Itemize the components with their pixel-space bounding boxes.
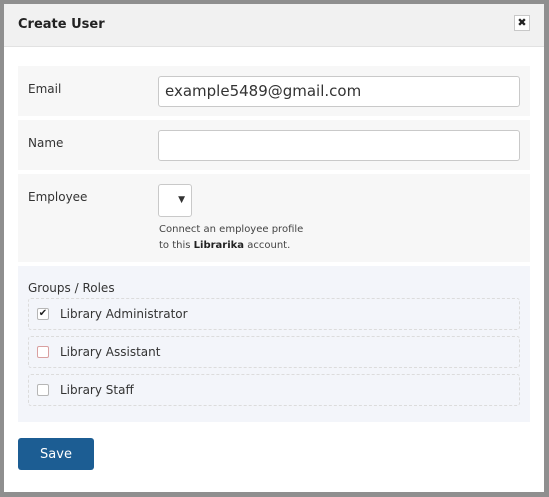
groups-roles-section: Groups / Roles ✔ Library Administrator L… xyxy=(18,266,530,422)
employee-help-line2: to this Librarika account. xyxy=(159,238,303,254)
checkbox-library-assistant[interactable] xyxy=(37,346,49,358)
email-row: Email example5489@gmail.com xyxy=(18,66,530,116)
employee-help-line1: Connect an employee profile xyxy=(159,224,304,235)
employee-help-brand: Librarika xyxy=(193,240,245,251)
name-row: Name xyxy=(18,120,530,170)
dialog-titlebar: Create User ✖ xyxy=(4,4,544,47)
employee-label: Employee xyxy=(28,190,88,204)
email-field[interactable]: example5489@gmail.com xyxy=(158,76,520,107)
dialog-title: Create User xyxy=(18,17,105,32)
name-label: Name xyxy=(28,136,64,150)
checkbox-library-administrator[interactable]: ✔ xyxy=(37,308,49,320)
employee-select[interactable]: ▼ xyxy=(158,184,192,217)
group-item-library-staff[interactable]: Library Staff xyxy=(28,374,520,406)
employee-row: Employee ▼ Connect an employee profile t… xyxy=(18,174,530,262)
checkbox-library-staff[interactable] xyxy=(37,384,49,396)
employee-help-prefix: to this xyxy=(159,240,194,251)
save-button[interactable]: Save xyxy=(18,438,94,470)
group-item-library-administrator[interactable]: ✔ Library Administrator xyxy=(28,298,520,330)
close-icon[interactable]: ✖ xyxy=(514,15,530,31)
employee-help-text: Connect an employee profile to this Libr… xyxy=(159,222,303,254)
name-field[interactable] xyxy=(158,130,520,161)
group-item-label: Library Assistant xyxy=(60,345,161,359)
group-item-label: Library Staff xyxy=(60,383,134,397)
group-item-library-assistant[interactable]: Library Assistant xyxy=(28,336,520,368)
group-item-label: Library Administrator xyxy=(60,307,188,321)
chevron-down-icon: ▼ xyxy=(178,195,185,205)
employee-help-suffix: account. xyxy=(244,240,291,251)
groups-roles-label: Groups / Roles xyxy=(28,281,115,295)
create-user-dialog: Create User ✖ Email example5489@gmail.co… xyxy=(4,4,544,492)
email-label: Email xyxy=(28,82,62,96)
